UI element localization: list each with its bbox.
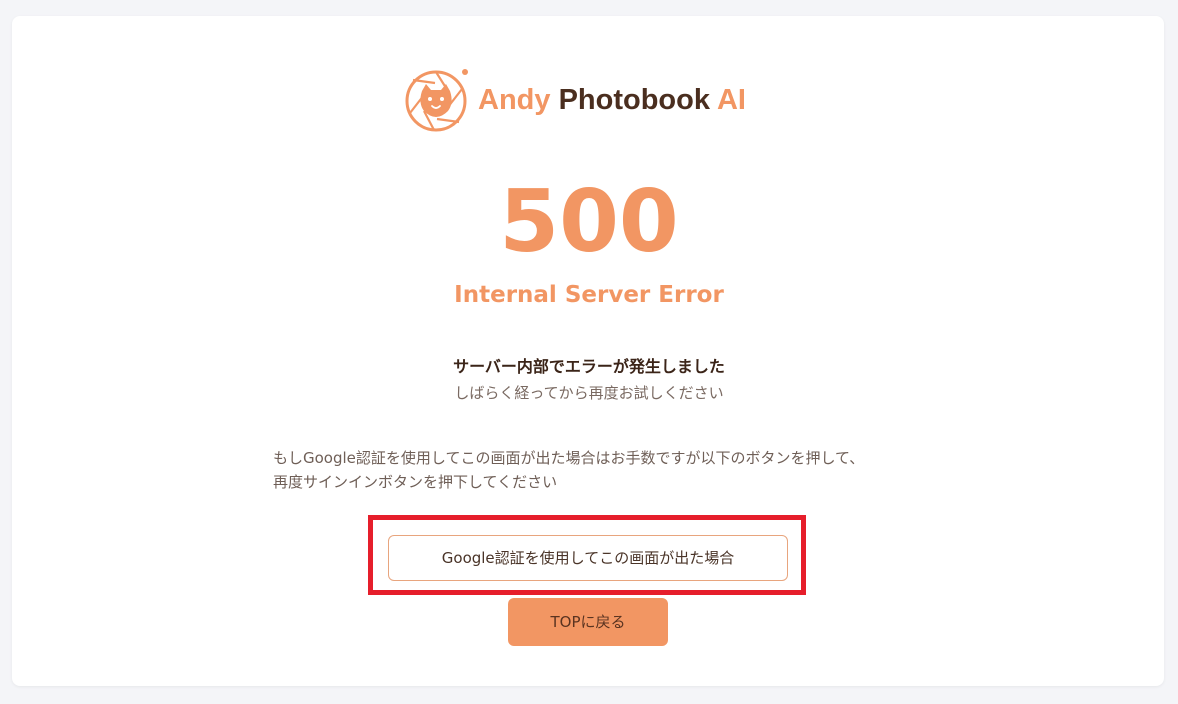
notice-line-2: 再度サインインボタンを押下してください [273,473,558,491]
google-auth-button[interactable]: Google認証を使用してこの画面が出た場合 [388,535,788,581]
brand-name-ai: AI [716,83,746,116]
brand-name-andy: Andy [478,83,551,116]
error-title: Internal Server Error [454,282,724,308]
error-message-main: サーバー内部でエラーが発生しました [453,357,725,376]
back-to-top-button[interactable]: TOPに戻る [508,598,668,646]
notice-line-1: もしGoogle認証を使用してこの画面が出た場合はお手数ですが以下のボタンを押し… [273,449,865,467]
camera-aperture-dog-icon [405,69,468,132]
brand-logo[interactable]: Andy Photobook AI [404,67,746,133]
error-message-sub: しばらく経ってから再度お試しください [454,384,724,402]
brand-name-photobook: Photobook [558,83,710,116]
google-auth-notice: もしGoogle認証を使用してこの画面が出た場合はお手数ですが以下のボタンを押し… [273,446,913,494]
error-code: 500 [499,172,679,272]
brand-name: Andy Photobook AI [478,84,746,117]
